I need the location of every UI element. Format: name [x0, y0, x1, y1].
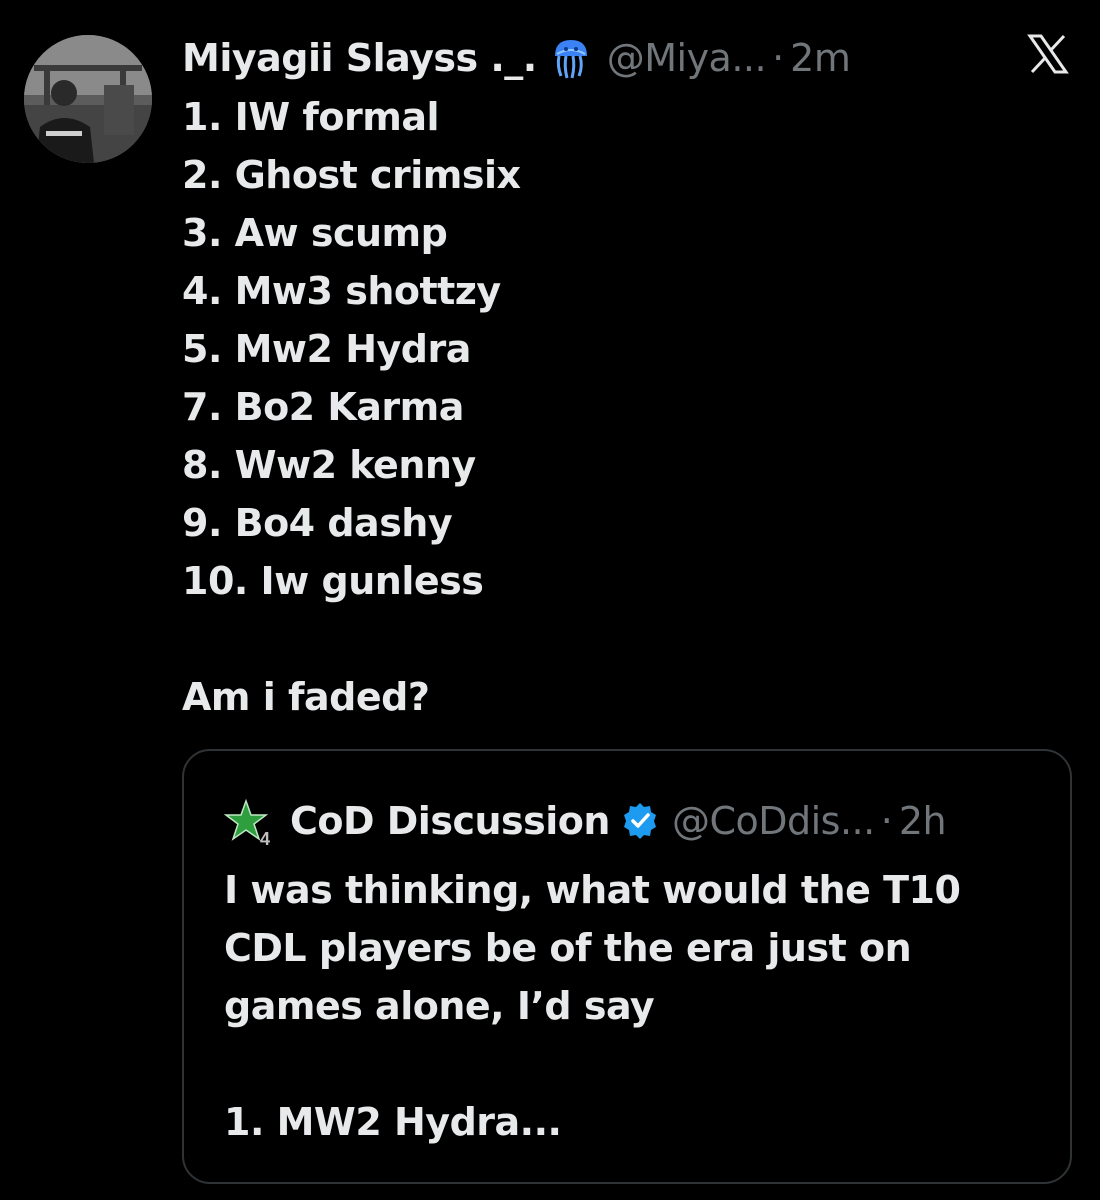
quoted-text-line: games alone, I’d say — [224, 984, 655, 1028]
jellyfish-icon — [549, 36, 593, 80]
tweet-body: 1. IW formal 2. Ghost crimsix 3. Aw scum… — [182, 88, 1062, 726]
list-item: 2. Ghost crimsix — [182, 153, 521, 197]
tweet-question: Am i faded? — [182, 675, 430, 719]
list-item: 8. Ww2 kenny — [182, 443, 476, 487]
quoted-author-handle[interactable]: @CoDdis... — [672, 799, 875, 843]
quoted-tweet-header: 4 CoD Discussion @CoDdis... · 2h — [223, 791, 947, 851]
quoted-author-display-name[interactable]: CoD Discussion — [290, 799, 610, 843]
list-item: 5. Mw2 Hydra — [182, 327, 471, 371]
quoted-tweet-card[interactable]: 4 CoD Discussion @CoDdis... · 2h I was t… — [182, 749, 1072, 1184]
quoted-preview-item: 1. MW2 Hydra... — [224, 1100, 562, 1144]
tweet[interactable]: Miyagii Slayss ._. @Miya... · 2m 1. IW f… — [0, 0, 1100, 1200]
x-logo-icon[interactable] — [1026, 32, 1070, 76]
author-display-name[interactable]: Miyagii Slayss ._. — [182, 36, 537, 80]
list-item: 10. Iw gunless — [182, 559, 484, 603]
ranking-list: 1. IW formal 2. Ghost crimsix 3. Aw scum… — [182, 88, 1062, 610]
quoted-tweet-timestamp[interactable]: 2h — [899, 799, 947, 843]
list-item: 9. Bo4 dashy — [182, 501, 453, 545]
tweet-timestamp[interactable]: 2m — [790, 36, 851, 80]
quoted-header-separator: · — [880, 799, 893, 843]
author-avatar[interactable] — [24, 35, 152, 163]
list-item: 7. Bo2 Karma — [182, 385, 464, 429]
quoted-author-avatar[interactable]: 4 — [223, 795, 276, 849]
header-separator: · — [772, 36, 785, 80]
quoted-text-line: I was thinking, what would the T10 — [224, 868, 961, 912]
list-item: 4. Mw3 shottzy — [182, 269, 501, 313]
quoted-tweet-body: I was thinking, what would the T10 CDL p… — [224, 861, 1044, 1151]
list-item: 3. Aw scump — [182, 211, 448, 255]
svg-text:4: 4 — [260, 829, 270, 847]
quoted-text-line: CDL players be of the era just on — [224, 926, 912, 970]
verified-badge-icon — [620, 801, 660, 841]
tweet-header: Miyagii Slayss ._. @Miya... · 2m — [182, 30, 851, 86]
list-item: 1. IW formal — [182, 95, 440, 139]
author-handle[interactable]: @Miya... — [607, 36, 767, 80]
